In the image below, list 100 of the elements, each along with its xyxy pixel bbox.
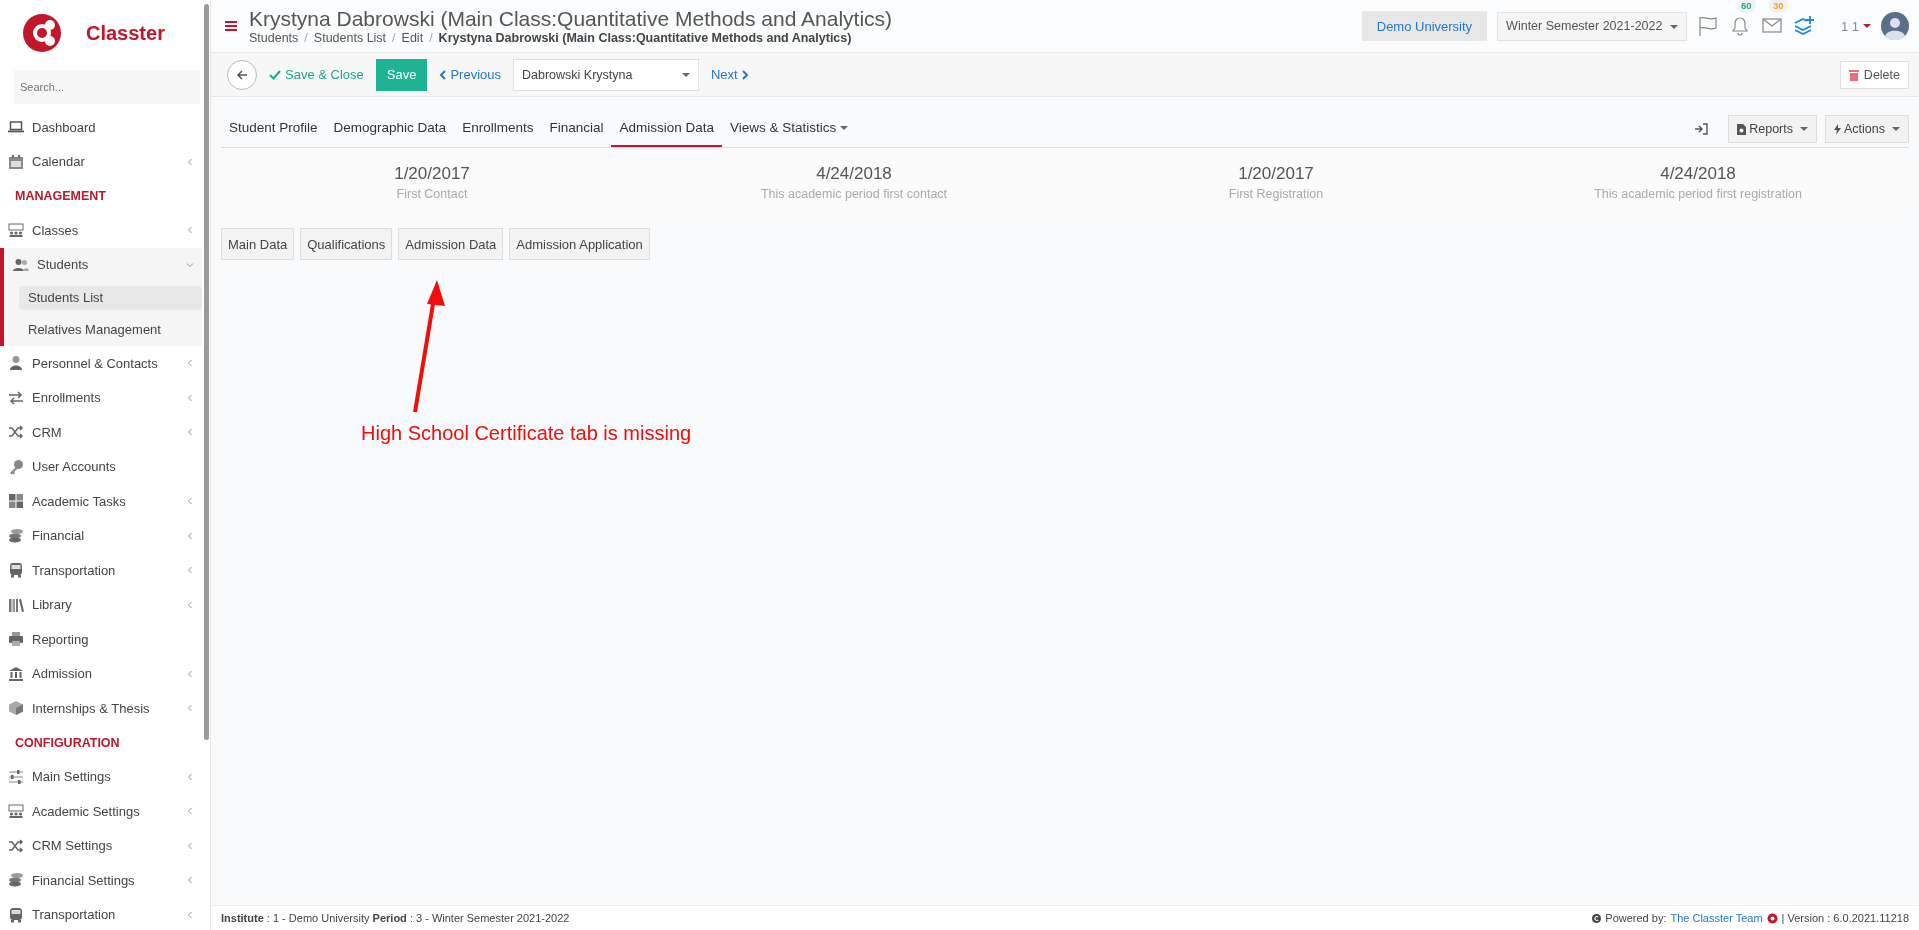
- copyright-icon: [1592, 913, 1602, 923]
- sidebar-item[interactable]: Transportation: [0, 897, 202, 930]
- flag-icon[interactable]: [1696, 15, 1719, 37]
- chevron-left-icon: [186, 393, 194, 402]
- chevron-left-icon: [186, 807, 194, 816]
- shuffle-icon: [8, 424, 24, 441]
- team-link[interactable]: The Classter Team: [1670, 912, 1763, 924]
- chevron-left-icon: [186, 428, 194, 437]
- next-button[interactable]: Next: [709, 67, 751, 82]
- chevron-left-icon: [186, 600, 194, 609]
- subtab-button[interactable]: Admission Data: [398, 228, 504, 260]
- user-menu[interactable]: 1 1: [1840, 18, 1859, 34]
- chevron-left-icon: [186, 704, 194, 713]
- breadcrumb-link[interactable]: Edit: [401, 31, 424, 45]
- sidebar-item-label: Admission: [32, 666, 93, 682]
- sidebar-item[interactable]: Students: [4, 247, 202, 282]
- arrow-left-icon: [236, 68, 248, 81]
- sidebar-subitem[interactable]: Relatives Management: [4, 314, 202, 346]
- document-icon: [1737, 123, 1747, 135]
- breadcrumb-link[interactable]: Students List: [313, 31, 387, 45]
- delete-button[interactable]: Delete: [1839, 60, 1909, 89]
- logo-icon: [20, 11, 64, 55]
- menu-section-heading: MANAGEMENT: [14, 188, 107, 205]
- tab[interactable]: Demographic Data: [325, 111, 455, 147]
- sidebar-item[interactable]: CRM: [0, 415, 202, 450]
- tab[interactable]: Student Profile: [221, 111, 326, 147]
- bus-icon: [8, 562, 24, 579]
- sidebar-item-label: Transportation: [32, 562, 117, 578]
- chevron-left-icon: [186, 566, 194, 575]
- bank-icon: [8, 665, 24, 682]
- sidebar-item[interactable]: Academic Settings: [0, 794, 202, 829]
- chevron-left-icon: [186, 226, 194, 235]
- arrows-icon: [8, 389, 24, 406]
- sidebar-item-label: Academic Settings: [32, 803, 141, 819]
- tab[interactable]: Financial: [541, 111, 612, 147]
- sidebar-item-label: Personnel & Contacts: [32, 355, 159, 371]
- grid-icon: [8, 493, 24, 510]
- subtab-button[interactable]: Admission Application: [509, 228, 650, 260]
- sidebar-item[interactable]: Library: [0, 587, 202, 622]
- person-icon: [8, 355, 24, 372]
- chevron-left-icon: [186, 772, 194, 781]
- back-button[interactable]: [227, 59, 257, 90]
- sidebar-item-label: Internships & Thesis: [32, 700, 151, 716]
- sidebar-item[interactable]: Transportation: [0, 553, 202, 588]
- chevron-left-icon: [186, 359, 194, 368]
- sidebar-item[interactable]: Financial Settings: [0, 863, 202, 898]
- avatar-icon[interactable]: [1881, 12, 1909, 40]
- scrollbar[interactable]: [204, 4, 209, 740]
- context-info: Institute : 1 - Demo University Period : 3 - Winter Semester 2021-2022: [221, 912, 570, 924]
- breadcrumb-link[interactable]: Students: [249, 31, 299, 45]
- breadcrumb-current: Krystyna Dabrowski (Main Class:Quantitative Methods and Analytics): [438, 31, 852, 45]
- sidebar-item[interactable]: Personnel & Contacts: [0, 346, 202, 381]
- tab[interactable]: Admission Data: [611, 111, 722, 147]
- classroom-icon: [8, 803, 24, 820]
- sidebar-item[interactable]: Financial: [0, 518, 202, 553]
- notification-count: 60: [1736, 0, 1756, 13]
- sidebar-item-label: Students: [37, 257, 90, 273]
- sidebar-item[interactable]: Internships & Thesis: [0, 691, 202, 726]
- sidebar-item-label: Enrollments: [32, 390, 102, 406]
- sidebar-item-label: Classes: [32, 222, 80, 238]
- sign-in-icon[interactable]: [1694, 123, 1709, 135]
- sidebar-item[interactable]: Academic Tasks: [0, 484, 202, 519]
- sidebar-item[interactable]: Dashboard: [0, 110, 202, 145]
- sidebar-item[interactable]: Admission: [0, 656, 202, 691]
- subtab-button[interactable]: Main Data: [221, 228, 295, 260]
- actions-button[interactable]: Actions: [1825, 115, 1909, 143]
- sidebar-item[interactable]: Main Settings: [0, 759, 202, 794]
- sidebar-item[interactable]: Reporting: [0, 622, 202, 657]
- sidebar-item[interactable]: Enrollments: [0, 380, 202, 415]
- calendar-icon: [8, 153, 24, 170]
- key-icon: [8, 458, 24, 475]
- sidebar-item-label: Dashboard: [32, 119, 97, 135]
- sidebar-item[interactable]: Classes: [0, 213, 202, 248]
- caret-icon: [1863, 24, 1871, 28]
- chevron-left-icon: [186, 497, 194, 506]
- sidebar-item[interactable]: User Accounts: [0, 449, 202, 484]
- sidebar-item[interactable]: CRM Settings: [0, 828, 202, 863]
- sidebar-item[interactable]: Calendar: [0, 144, 202, 179]
- institution-button[interactable]: Demo University: [1361, 11, 1488, 41]
- tab[interactable]: Views & Statistics: [722, 111, 857, 147]
- stat-label: This academic period first registration: [1593, 187, 1803, 201]
- menu-icon[interactable]: [225, 21, 237, 31]
- tab[interactable]: Enrollments: [454, 111, 542, 147]
- reports-button[interactable]: Reports: [1728, 115, 1817, 143]
- sliders-icon: [8, 768, 24, 785]
- sidebar-subitem[interactable]: Students List: [19, 286, 202, 310]
- sidebar-item-label: Main Settings: [32, 769, 112, 785]
- search-field[interactable]: Search...: [14, 70, 200, 104]
- period-dropdown[interactable]: Winter Semester 2021-2022: [1497, 11, 1687, 41]
- sidebar-item-label: Transportation: [32, 907, 117, 923]
- previous-button[interactable]: Previous: [437, 67, 503, 82]
- record-select[interactable]: Dabrowski Krystyna: [513, 58, 699, 91]
- shuffle-icon: [8, 837, 24, 854]
- layers-plus-icon[interactable]: [1792, 15, 1815, 37]
- subtab-button[interactable]: Qualifications: [300, 228, 393, 260]
- sidebar-item-label: CRM: [32, 424, 63, 440]
- chevron-left-icon: [186, 531, 194, 540]
- trash-icon: [1848, 68, 1859, 81]
- cube-icon: [8, 700, 24, 717]
- check-icon: [269, 69, 281, 80]
